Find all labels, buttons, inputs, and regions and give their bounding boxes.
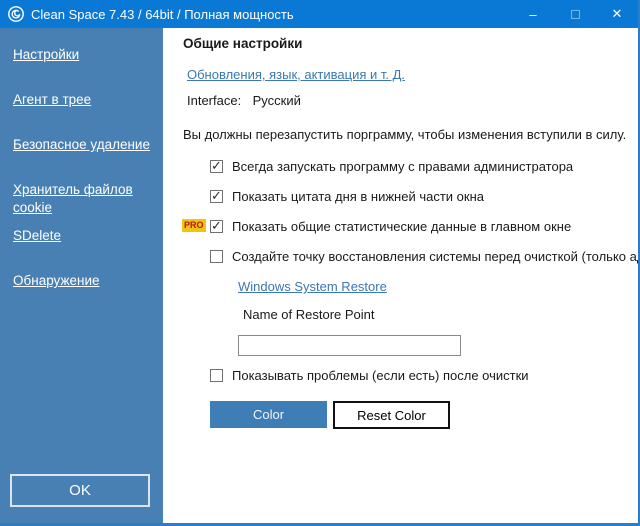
reset-color-button[interactable]: Reset Color <box>333 401 450 429</box>
pro-badge: PRO <box>182 219 206 232</box>
minimize-button[interactable]: – <box>512 0 554 28</box>
restore-point-name-label: Name of Restore Point <box>243 307 638 322</box>
checkbox-label: Показать общие статистические данные в г… <box>232 219 571 234</box>
window-title: Clean Space 7.43 / 64bit / Полная мощнос… <box>31 7 512 22</box>
checkbox-row-statistics: PRO ✓ Показать общие статистические данн… <box>210 219 638 234</box>
updates-language-link[interactable]: Обновления, язык, активация и т. Д. <box>187 67 405 82</box>
restore-point-name-input[interactable] <box>238 335 461 356</box>
page-title: Общие настройки <box>183 36 638 51</box>
check-icon: ✓ <box>211 188 222 204</box>
check-icon: ✓ <box>211 158 222 174</box>
sidebar-item-secure-delete[interactable]: Безопасное удаление <box>13 136 155 154</box>
show-problems-checkbox[interactable] <box>210 369 223 382</box>
app-logo-icon <box>7 5 25 23</box>
statistics-checkbox[interactable]: ✓ <box>210 220 223 233</box>
checkbox-label: Показать цитата дня в нижней части окна <box>232 189 484 204</box>
window-body: Настройки Агент в трее Безопасное удален… <box>0 28 638 523</box>
checkbox-row-show-problems: Показывать проблемы (если есть) после оч… <box>210 368 638 383</box>
interface-row: Interface: Русский <box>187 93 638 108</box>
checkbox-label: Создайте точку восстановления системы пе… <box>232 249 638 264</box>
restore-point-checkbox[interactable] <box>210 250 223 263</box>
windows-system-restore-link[interactable]: Windows System Restore <box>238 279 387 294</box>
interface-language-value[interactable]: Русский <box>253 93 301 108</box>
sidebar-item-cookie-keeper[interactable]: Хранитель файлов cookie <box>13 181 133 217</box>
checkbox-label: Показывать проблемы (если есть) после оч… <box>232 368 529 383</box>
color-buttons-row: Color Reset Color <box>210 401 638 429</box>
maximize-button[interactable] <box>554 0 596 28</box>
interface-label: Interface: <box>187 93 249 108</box>
close-button[interactable]: ✕ <box>596 0 638 28</box>
check-icon: ✓ <box>211 218 222 234</box>
checkbox-row-quote-of-day: ✓ Показать цитата дня в нижней части окн… <box>210 189 638 204</box>
window-controls: – ✕ <box>512 0 638 28</box>
run-as-admin-checkbox[interactable]: ✓ <box>210 160 223 173</box>
checkbox-row-run-as-admin: ✓ Всегда запускать программу с правами а… <box>210 159 638 174</box>
quote-of-day-checkbox[interactable]: ✓ <box>210 190 223 203</box>
titlebar: Clean Space 7.43 / 64bit / Полная мощнос… <box>0 0 638 28</box>
checkbox-row-restore-point: Создайте точку восстановления системы пе… <box>210 249 638 264</box>
color-button[interactable]: Color <box>210 401 327 428</box>
sidebar: Настройки Агент в трее Безопасное удален… <box>0 28 163 523</box>
ok-button[interactable]: OK <box>10 474 150 507</box>
sidebar-item-settings[interactable]: Настройки <box>13 46 155 64</box>
maximize-icon <box>571 10 580 19</box>
restore-block: Windows System Restore Name of Restore P… <box>238 279 638 356</box>
sidebar-item-detection[interactable]: Обнаружение <box>13 272 155 290</box>
restart-notice: Вы должны перезапустить порграмму, чтобы… <box>183 127 638 142</box>
app-window: Clean Space 7.43 / 64bit / Полная мощнос… <box>0 0 640 526</box>
checkbox-label: Всегда запускать программу с правами адм… <box>232 159 573 174</box>
settings-panel: Общие настройки Обновления, язык, актива… <box>163 28 638 523</box>
sidebar-item-tray-agent[interactable]: Агент в трее <box>13 91 155 109</box>
sidebar-item-sdelete[interactable]: SDelete <box>13 227 155 245</box>
